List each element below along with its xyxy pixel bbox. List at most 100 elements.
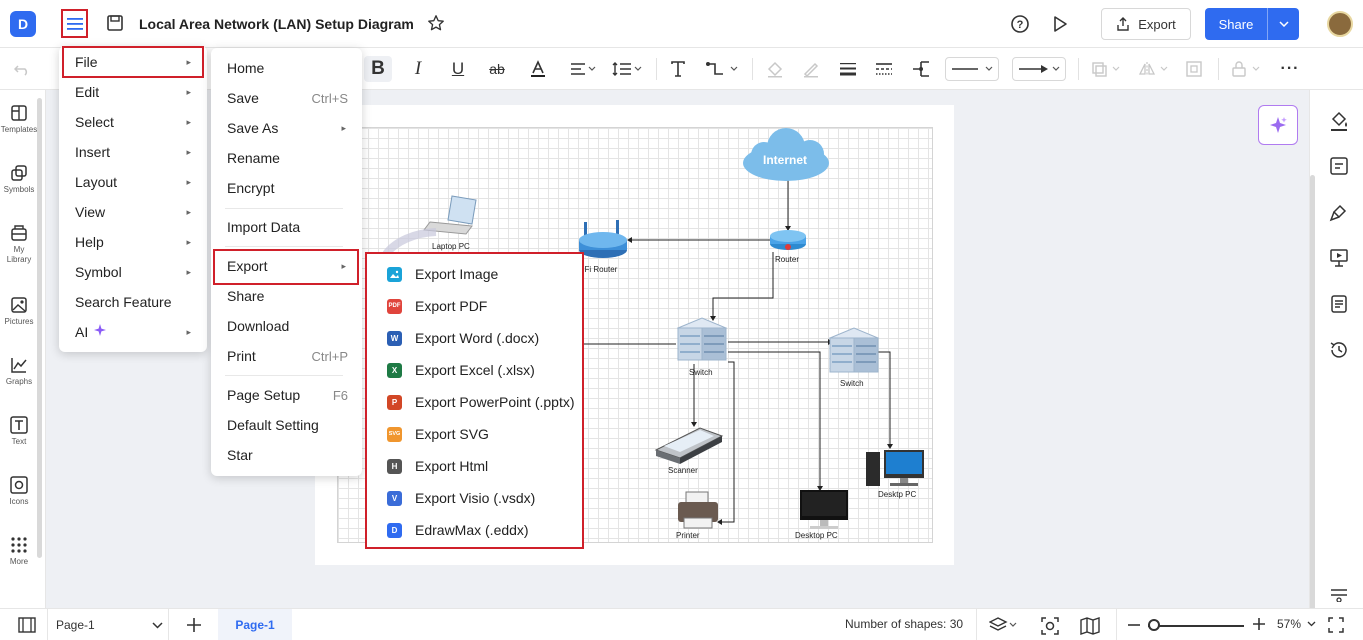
desktop-pc-label[interactable]: Desktop PC <box>795 531 838 540</box>
shape-count: Number of shapes: 30 <box>845 617 964 631</box>
desktop-pc-icon[interactable] <box>800 490 848 529</box>
switch-icon[interactable] <box>676 317 728 361</box>
menu-item-save[interactable]: Save Ctrl+S <box>211 83 362 113</box>
menu-item-export-excel[interactable]: X Export Excel (.xlsx) <box>367 355 582 385</box>
menu-item-label: Insert <box>75 144 111 160</box>
menu-item-rename[interactable]: Rename <box>211 143 362 173</box>
menu-item-export-word[interactable]: W Export Word (.docx) <box>367 323 582 353</box>
zoom-slider[interactable] <box>1148 625 1244 627</box>
router-icon[interactable] <box>770 230 806 250</box>
shortcut-label: Ctrl+S <box>311 90 348 106</box>
chevron-right-icon: ▸ <box>186 176 191 187</box>
sparkle-icon <box>93 323 107 340</box>
zoom-level[interactable]: 57% <box>1277 617 1316 631</box>
menu-item-export-pdf[interactable]: PDF Export PDF <box>367 291 582 321</box>
menu-item-page-setup[interactable]: Page Setup F6 <box>211 380 362 410</box>
router-label[interactable]: Router <box>775 255 799 264</box>
zoom-slider-handle[interactable] <box>1148 619 1160 631</box>
menu-item-label: Export Html <box>415 458 489 474</box>
menu-item-save-as[interactable]: Save As ▸ <box>211 113 362 143</box>
fill-style-icon[interactable] <box>1329 110 1349 135</box>
menu-item-view[interactable]: View ▸ <box>59 197 207 227</box>
zoom-out-icon[interactable] <box>1116 609 1141 640</box>
menu-item-edit[interactable]: Edit ▸ <box>59 77 207 107</box>
menu-item-export-html[interactable]: H Export Html <box>367 451 582 481</box>
zoom-in-icon[interactable] <box>1252 617 1266 631</box>
menu-item-ai[interactable]: AI ▸ <box>59 317 207 347</box>
menu-item-help[interactable]: Help ▸ <box>59 227 207 257</box>
ai-assistant-button[interactable] <box>1258 105 1298 145</box>
fullscreen-icon[interactable] <box>1328 617 1344 633</box>
page-select[interactable]: Page-1 <box>47 609 169 640</box>
page-panel-icon[interactable] <box>18 617 36 633</box>
menu-item-label: Help <box>75 234 104 250</box>
history-icon[interactable] <box>1329 340 1349 363</box>
desktop-pc-icon[interactable] <box>866 450 924 486</box>
menu-item-label: Export PowerPoint (.pptx) <box>415 394 575 410</box>
bottom-bar: Page-1 Page-1 Number of shapes: 30 57% <box>0 608 1363 640</box>
focus-icon[interactable] <box>1041 617 1059 635</box>
scanner-icon[interactable] <box>654 427 724 464</box>
menu-item-import-data[interactable]: Import Data <box>211 212 362 242</box>
menu-item-star[interactable]: Star <box>211 440 362 470</box>
menu-item-layout[interactable]: Layout ▸ <box>59 167 207 197</box>
menu-item-label: EdrawMax (.eddx) <box>415 522 529 538</box>
menu-item-label: Search Feature <box>75 294 172 310</box>
menu-item-export-image[interactable]: Export Image <box>367 259 582 289</box>
menu-item-home[interactable]: Home <box>211 53 362 83</box>
menu-item-search-feature[interactable]: Search Feature <box>59 287 207 317</box>
page-select-value: Page-1 <box>56 618 95 632</box>
menu-item-label: Default Setting <box>227 417 319 433</box>
format-painter-icon[interactable] <box>1329 202 1349 225</box>
menu-item-label: Export SVG <box>415 426 489 442</box>
menu-item-label: Share <box>227 288 265 304</box>
switch-label[interactable]: Switch <box>840 379 864 388</box>
printer-icon[interactable] <box>678 491 718 529</box>
page-format-icon[interactable] <box>1329 156 1349 179</box>
menu-item-download[interactable]: Download <box>211 311 362 341</box>
tab-page-1[interactable]: Page-1 <box>218 609 292 640</box>
menu-item-select[interactable]: Select ▸ <box>59 107 207 137</box>
canvas-scrollbar[interactable] <box>1310 175 1315 615</box>
menu-item-label: Rename <box>227 150 280 166</box>
menu-item-share[interactable]: Share <box>211 281 362 311</box>
menu-item-print[interactable]: Print Ctrl+P <box>211 341 362 371</box>
menu-item-label: Print <box>227 348 256 364</box>
scanner-label[interactable]: Scanner <box>668 466 698 475</box>
zoom-value: 57% <box>1277 617 1302 631</box>
right-sidebar <box>1309 90 1363 615</box>
map-icon[interactable] <box>1080 617 1100 635</box>
menu-divider <box>225 246 343 247</box>
export-submenu: Export Image PDF Export PDF W Export Wor… <box>365 252 584 549</box>
menu-item-label: Star <box>227 447 253 463</box>
add-page-icon[interactable] <box>186 617 202 633</box>
layers-icon[interactable] <box>976 609 1019 640</box>
wifi-router-label[interactable]: i-Fi Router <box>580 265 617 274</box>
menu-item-label: Download <box>227 318 290 334</box>
presentation-icon[interactable] <box>1329 248 1349 271</box>
menu-item-encrypt[interactable]: Encrypt <box>211 173 362 203</box>
menu-item-label: Save <box>227 90 259 106</box>
menu-divider <box>225 375 343 376</box>
menu-item-export-visio[interactable]: V Export Visio (.vsdx) <box>367 483 582 513</box>
word-file-icon: W <box>387 330 402 346</box>
laptop-label[interactable]: Laptop PC <box>432 242 470 251</box>
menu-item-export-svg[interactable]: SVG Export SVG <box>367 419 582 449</box>
main-menu: File ▸ Edit ▸ Select ▸ Insert ▸ Layout ▸ View… <box>59 46 207 352</box>
desktop-pc-label[interactable]: Desktp PC <box>878 490 916 499</box>
panel-settings-icon[interactable] <box>1329 588 1349 605</box>
menu-item-export-eddx[interactable]: D EdrawMax (.eddx) <box>367 515 582 545</box>
menu-item-default-setting[interactable]: Default Setting <box>211 410 362 440</box>
chevron-down-icon <box>152 622 163 629</box>
switch-icon[interactable] <box>828 327 880 373</box>
chevron-right-icon: ▸ <box>186 236 191 247</box>
notes-icon[interactable] <box>1329 294 1349 317</box>
shortcut-label: Ctrl+P <box>311 348 348 364</box>
menu-item-symbol[interactable]: Symbol ▸ <box>59 257 207 287</box>
menu-item-insert[interactable]: Insert ▸ <box>59 137 207 167</box>
menu-item-export-powerpoint[interactable]: P Export PowerPoint (.pptx) <box>367 387 582 417</box>
switch-label[interactable]: Switch <box>689 368 713 377</box>
internet-label[interactable]: Internet <box>763 153 807 167</box>
printer-label[interactable]: Printer <box>676 531 700 540</box>
wifi-router-icon[interactable] <box>579 220 627 258</box>
